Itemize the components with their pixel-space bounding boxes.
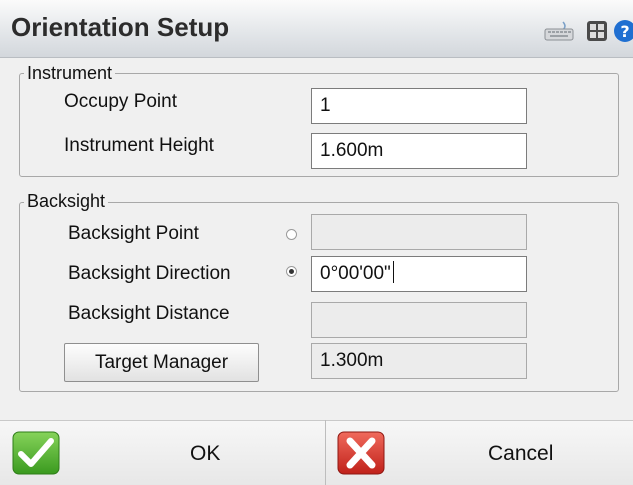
backsight-point-field[interactable] bbox=[311, 214, 527, 250]
occupy-point-label: Occupy Point bbox=[64, 91, 177, 112]
instrument-group-legend: Instrument bbox=[24, 63, 116, 83]
help-icon[interactable]: ? bbox=[614, 19, 633, 48]
backsight-distance-label: Backsight Distance bbox=[68, 303, 230, 324]
settings-grid-icon[interactable] bbox=[586, 20, 608, 47]
backsight-direction-label: Backsight Direction bbox=[68, 263, 231, 284]
cancel-button[interactable]: Cancel bbox=[326, 421, 633, 485]
window-title: Orientation Setup bbox=[11, 12, 230, 42]
backsight-point-label: Backsight Point bbox=[68, 223, 199, 244]
cancel-label: Cancel bbox=[488, 442, 554, 465]
target-manager-button[interactable]: Target Manager bbox=[64, 343, 259, 382]
backsight-group-legend: Backsight bbox=[24, 191, 109, 211]
backsight-distance-field[interactable] bbox=[311, 302, 527, 338]
instrument-height-field[interactable]: 1.600m bbox=[311, 133, 527, 169]
svg-text:?: ? bbox=[620, 22, 629, 41]
ok-button[interactable]: OK bbox=[0, 421, 325, 485]
keyboard-icon[interactable] bbox=[543, 20, 575, 47]
cancel-x-icon bbox=[337, 431, 385, 475]
backsight-direction-value: 0°00'00" bbox=[320, 263, 391, 284]
backsight-direction-radio[interactable] bbox=[286, 266, 297, 277]
backsight-point-radio[interactable] bbox=[286, 229, 297, 240]
target-height-field: 1.300m bbox=[311, 343, 527, 379]
title-bar: Orientation Setup ? bbox=[0, 0, 633, 58]
backsight-direction-field[interactable]: 0°00'00" bbox=[311, 256, 527, 292]
checkmark-icon bbox=[12, 431, 60, 475]
text-caret bbox=[392, 261, 394, 284]
instrument-height-label: Instrument Height bbox=[64, 135, 214, 156]
occupy-point-field[interactable]: 1 bbox=[311, 88, 527, 124]
ok-label: OK bbox=[190, 442, 221, 465]
